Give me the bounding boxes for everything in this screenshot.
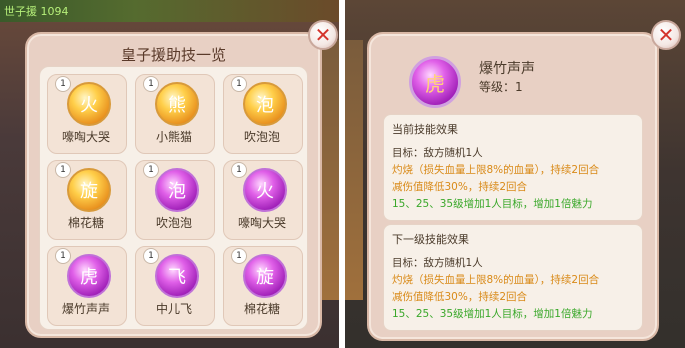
skill-level-badge: 1 [231,162,247,178]
panda-icon: 熊 [155,82,199,126]
game-top-bar: 世子援 1094 [0,0,339,22]
skill-level-badge: 1 [55,248,71,264]
flame-icon: 火 [67,82,111,126]
close-button[interactable]: ✕ [651,20,681,50]
skill-level-badge: 1 [55,162,71,178]
skill-card-name: 中儿飞 [155,302,192,316]
current-effect-reduce: 减伤值降低30%，持续2回合 [392,181,528,193]
skill-card[interactable]: 火 1 嚎啕大哭 [47,74,127,154]
skill-card-name: 吹泡泡 [243,130,280,144]
skill-card[interactable]: 旋 1 棉花糖 [223,246,303,326]
tiger-icon: 虎 [67,254,111,298]
current-effect-burn: 灼烧（损失血量上限8%的血量），持续2回合 [392,164,600,176]
next-effect-burn: 灼烧（损失血量上限8%的血量），持续2回合 [392,274,600,286]
current-effect-growth: 15、25、35级增加1人目标，增加1倍魅力 [392,198,593,210]
close-icon: ✕ [314,23,332,47]
skill-card-name: 嚎啕大哭 [237,216,286,230]
skill-card[interactable]: 泡 1 吹泡泡 [223,74,303,154]
skill-level-badge: 1 [143,248,159,264]
next-effect-growth: 15、25、35级增加1人目标，增加1倍魅力 [392,308,593,320]
skill-card-name: 爆竹声声 [61,302,110,316]
swirl-icon: 旋 [243,254,287,298]
swirl-icon: 旋 [67,168,111,212]
next-effect-header: 下一级技能效果 [392,233,469,246]
current-effect-box: 当前技能效果 目标：敌方随机1人 灼烧（损失血量上限8%的血量），持续2回合 减… [383,114,643,221]
next-effect-box: 下一级技能效果 目标：敌方随机1人 灼烧（损失血量上限8%的血量），持续2回合 … [383,224,643,331]
close-icon: ✕ [657,23,675,47]
skill-list-screen: 世子援 1094 皇子援助技一览 火 1 嚎啕大哭熊 1 小熊猫泡 1 吹泡泡旋 1 棉花糖泡 1… [0,0,339,348]
next-effect-reduce: 减伤值降低30%，持续2回合 [392,291,528,303]
skill-level-badge: 1 [231,76,247,92]
skill-card[interactable]: 熊 1 小熊猫 [135,74,215,154]
skill-card[interactable]: 飞 1 中儿飞 [135,246,215,326]
bubble-icon: 泡 [243,82,287,126]
top-bar-text: 世子援 1094 [4,5,69,18]
skill-card[interactable]: 虎 1 爆竹声声 [47,246,127,326]
skill-level-badge: 1 [143,76,159,92]
current-effect-target: 目标：敌方随机1人 [392,147,483,159]
skill-level-badge: 1 [231,248,247,264]
skill-card-name: 小熊猫 [155,130,192,144]
skill-list-panel: 皇子援助技一览 火 1 嚎啕大哭熊 1 小熊猫泡 1 吹泡泡旋 1 棉花糖泡 1 吹泡泡火 1 嚎啕大哭… [25,32,322,338]
rocket-icon: 飞 [155,254,199,298]
skill-level-badge: 1 [55,76,71,92]
background-side-strip [345,40,363,300]
current-effect-header: 当前技能效果 [392,123,458,136]
skill-level-badge: 1 [143,162,159,178]
skill-level: 等级：1 [479,80,523,94]
skill-detail-screen: 虎 爆竹声声 等级：1 当前技能效果 目标：敌方随机1人 灼烧（损失血量上限8%… [345,0,685,348]
next-effect-target: 目标：敌方随机1人 [392,257,483,269]
background-side-strip [321,40,339,300]
close-button[interactable]: ✕ [308,20,338,50]
skill-card[interactable]: 旋 1 棉花糖 [47,160,127,240]
skill-detail-panel: 虎 爆竹声声 等级：1 当前技能效果 目标：敌方随机1人 灼烧（损失血量上限8%… [367,32,659,341]
panel-title: 皇子援助技一览 [120,46,226,64]
skill-card-name: 吹泡泡 [155,216,192,230]
skill-card-name: 棉花糖 [243,302,280,316]
skill-card-name: 嚎啕大哭 [61,130,110,144]
skill-card[interactable]: 泡 1 吹泡泡 [135,160,215,240]
skill-card-name: 棉花糖 [67,216,104,230]
flame-icon: 火 [243,168,287,212]
skill-card[interactable]: 火 1 嚎啕大哭 [223,160,303,240]
skill-name: 爆竹声声 [479,61,535,77]
tiger-icon: 虎 [409,56,461,108]
bubble-icon: 泡 [155,168,199,212]
